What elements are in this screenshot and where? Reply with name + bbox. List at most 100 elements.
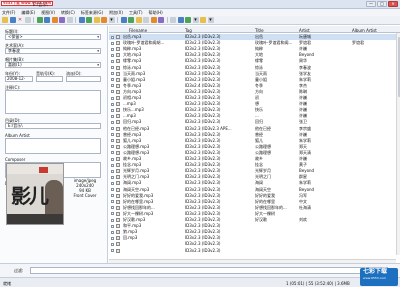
delete-icon[interactable]: ✕ (17, 17, 23, 23)
table-row[interactable]: 好想找回那年的...ID3v2.3 (ID3v2.3)好想找回那年的...杜海清 (109, 205, 400, 211)
table-row[interactable]: 方向.mp3ID3v2.3 (ID3v2.3)方向陈琳 (109, 89, 400, 95)
row-checkbox[interactable] (111, 158, 114, 161)
more-dropdown-icon[interactable]: ▾ (208, 17, 214, 23)
table-row[interactable]: ID3v2.3 (ID3v2.3) (109, 241, 400, 247)
row-checkbox[interactable] (111, 133, 114, 136)
save-icon[interactable] (10, 17, 16, 23)
row-checkbox[interactable] (111, 145, 114, 148)
action-icon[interactable] (121, 17, 127, 23)
freedb-icon[interactable] (79, 17, 85, 23)
table-row[interactable]: 好汉歌.mp3ID3v2.3 (ID3v2.3)好汉歌刘欢 (109, 217, 400, 223)
discogs-icon[interactable] (94, 17, 100, 23)
row-checkbox[interactable] (111, 188, 114, 191)
row-checkbox[interactable] (111, 176, 114, 179)
table-row[interactable]: 惊泳.mp3ID3v2.3 (ID3v2.3)惊泳李春波 (109, 65, 400, 71)
row-checkbox[interactable] (111, 212, 114, 215)
row-checkbox[interactable] (111, 127, 114, 130)
row-checkbox[interactable] (111, 182, 114, 185)
table-row[interactable]: 公路理想.mp3ID3v2.3 (ID3v2.3)公路理想郑天清 (109, 150, 400, 156)
info-icon[interactable] (185, 17, 191, 23)
cover-art[interactable]: 影儿 (6, 163, 64, 225)
title-field[interactable]: <保留>▾ (5, 34, 101, 40)
table-row[interactable]: 狼.mp3ID3v2.3 (ID3v2.3) (109, 229, 400, 235)
refresh-icon[interactable] (25, 17, 31, 23)
row-checkbox[interactable] (111, 36, 114, 39)
table-row[interactable]: 故乡.mp3ID3v2.3 (ID3v2.3)故乡许巍 (109, 156, 400, 162)
open-folder-icon[interactable] (2, 17, 8, 23)
menu-extra[interactable]: 附加(X) (109, 10, 123, 16)
row-checkbox[interactable] (111, 66, 114, 69)
artist-field[interactable]: 李春波▾ (5, 48, 101, 54)
amazon-icon[interactable] (86, 17, 92, 23)
row-checkbox[interactable] (111, 60, 114, 63)
filter-input[interactable] (30, 267, 388, 274)
col-artist[interactable]: Artist (299, 28, 310, 33)
row-checkbox[interactable] (111, 164, 114, 167)
table-row[interactable]: 回.mp3ID3v2.3 (ID3v2.3) (109, 235, 400, 241)
table-row[interactable]: 挂念.mp3ID3v2.3 (ID3v2.3)挂念黄子 (109, 162, 400, 168)
case-convert-icon[interactable] (158, 17, 164, 23)
album-field[interactable]: 喜剧(1)▾ (5, 62, 101, 68)
row-checkbox[interactable] (111, 103, 114, 106)
table-row[interactable]: 公路理想.mp3ID3v2.3 (ID3v2.3)公路理想郑天 (109, 144, 400, 150)
row-checkbox[interactable] (111, 97, 114, 100)
help-icon[interactable] (178, 17, 184, 23)
menu-tools[interactable]: 工具(T) (129, 10, 143, 16)
favorites-icon[interactable] (200, 17, 206, 23)
table-row[interactable]: ...mp3ID3v2.3 (ID3v2.3)...许巍 (109, 113, 400, 119)
row-checkbox[interactable] (111, 115, 114, 118)
settings-icon[interactable] (143, 17, 149, 23)
row-checkbox[interactable] (111, 42, 114, 45)
table-row[interactable]: 光明之门.mp3ID3v2.3 (ID3v2.3)光明之门群星 (109, 174, 400, 180)
table-row[interactable]: 初相.mp3ID3v2.3 (ID3v2.3)初许巍 (109, 95, 400, 101)
table-row[interactable]: 快乐...mp3ID3v2.3 (ID3v2.3)快乐许巍 (109, 107, 400, 113)
table-row[interactable]: 缘零.mp3ID3v2.3 (ID3v2.3)缘零周华 (109, 58, 400, 64)
track-field[interactable] (36, 76, 63, 82)
genre-field[interactable] (66, 76, 101, 82)
row-checkbox[interactable] (111, 139, 114, 142)
table-row[interactable]: ID3v2.3 (ID3v2.3) (109, 248, 400, 254)
filename-to-tag-icon[interactable] (44, 17, 50, 23)
table-row[interactable]: 好好的爱我.mp3ID3v2.3 (ID3v2.3)好好的爱我冯军 (109, 193, 400, 199)
table-row[interactable]: 好的在哪里.mp3ID3v2.3 (ID3v2.3)好的在哪里中文 (109, 199, 400, 205)
menu-file[interactable]: 文件(F) (2, 10, 15, 16)
playlist-icon[interactable] (151, 17, 157, 23)
row-checkbox[interactable] (111, 170, 114, 173)
row-checkbox[interactable] (111, 121, 114, 124)
chevron-down-icon[interactable]: ▾ (97, 49, 99, 54)
quick-action-icon[interactable] (136, 17, 142, 23)
row-checkbox[interactable] (111, 237, 114, 240)
options-icon[interactable] (170, 17, 176, 23)
row-checkbox[interactable] (111, 200, 114, 203)
table-row[interactable]: 回归.mp3ID3v2.3 (ID3v2.3)回归张卫 (109, 119, 400, 125)
table-row[interactable]: 光辉岁月.mp3ID3v2.3 (ID3v2.3)光辉岁月Beyond (109, 168, 400, 174)
tag-to-filename-icon[interactable] (37, 17, 43, 23)
minimize-button[interactable]: — (366, 1, 376, 7)
chevron-down-icon[interactable]: ▾ (97, 35, 99, 40)
menu-tag-sources[interactable]: 标签来源(G) (81, 10, 103, 16)
col-tag[interactable]: Tag (185, 28, 192, 33)
dropdown-arrow-icon[interactable]: ▾ (109, 17, 115, 23)
row-checkbox[interactable] (111, 225, 114, 228)
menu-view[interactable]: 视图(V) (41, 10, 55, 16)
text-file-icon[interactable] (59, 17, 65, 23)
table-row[interactable]: 当天雨.mp3ID3v2.3 (ID3v2.3)当天雨张学友 (109, 71, 400, 77)
row-checkbox[interactable] (111, 243, 114, 246)
year-field[interactable]: 2008-12- (5, 76, 33, 82)
table-row[interactable]: 海阔天空.mp3ID3v2.3 (ID3v2.3)海阔天空Beyond (109, 187, 400, 193)
row-checkbox[interactable] (111, 78, 114, 81)
tag-to-tag-icon[interactable] (52, 17, 58, 23)
table-row[interactable]: 出岳.mp3ID3v2.3 (ID3v2.3)出岳阮唐城 (109, 34, 400, 40)
table-row[interactable]: 冬季.mp3ID3v2.4 (ID3v2.3)冬季李杰 (109, 83, 400, 89)
row-checkbox[interactable] (111, 109, 114, 112)
col-title[interactable]: Title (255, 28, 264, 33)
row-checkbox[interactable] (111, 194, 114, 197)
row-checkbox[interactable] (111, 48, 114, 51)
vertical-scrollbar[interactable] (396, 33, 400, 255)
row-checkbox[interactable] (111, 206, 114, 209)
action-group-icon[interactable] (128, 17, 134, 23)
view-dropdown-icon[interactable]: ▾ (193, 17, 199, 23)
comment-field[interactable] (5, 90, 101, 114)
album-artist-field[interactable] (5, 138, 101, 154)
directory-field[interactable]: E:\音乐\ (5, 123, 101, 129)
